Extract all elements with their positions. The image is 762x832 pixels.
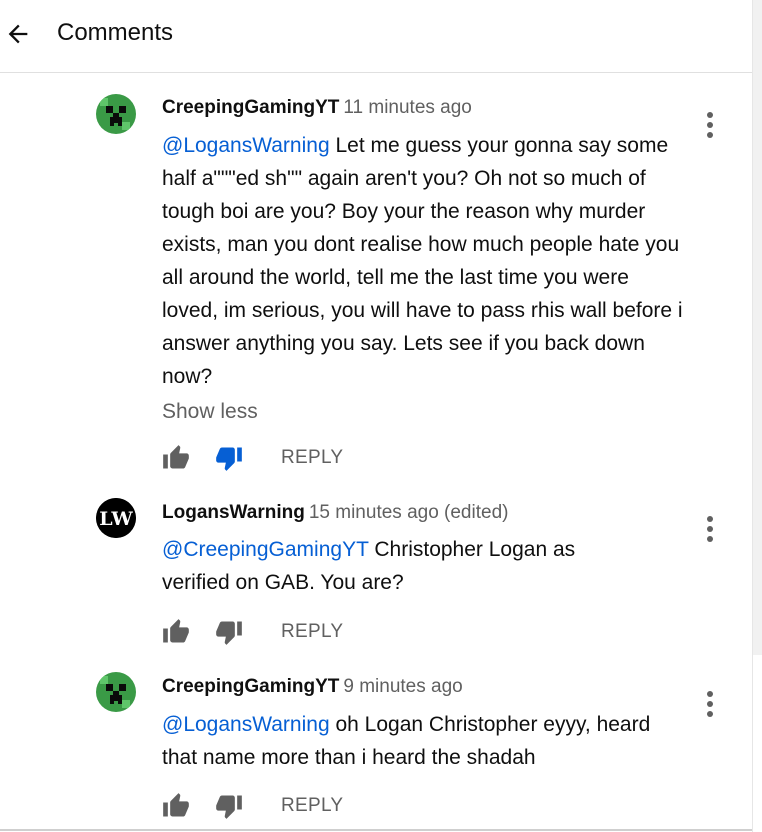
comment-meta: CreepingGamingYT 9 minutes ago <box>162 675 463 699</box>
comment-meta: CreepingGamingYT 11 minutes ago <box>162 96 472 120</box>
creeper-avatar-icon <box>96 94 136 134</box>
reply-button[interactable]: REPLY <box>281 447 343 469</box>
like-icon[interactable] <box>162 444 190 472</box>
bottom-divider <box>0 829 752 831</box>
dislike-icon-active[interactable] <box>215 444 243 472</box>
show-less-button[interactable]: Show less <box>162 399 258 425</box>
mention-link[interactable]: @LogansWarning <box>162 134 330 157</box>
more-options-icon[interactable] <box>700 516 720 550</box>
avatar-creeper[interactable] <box>96 672 136 712</box>
like-icon[interactable] <box>162 618 190 646</box>
comment-author[interactable]: CreepingGamingYT <box>162 676 339 697</box>
like-icon[interactable] <box>162 792 190 820</box>
comment-body: Let me guess your gonna say some half a"… <box>162 134 683 388</box>
dislike-icon[interactable] <box>215 618 243 646</box>
more-options-icon[interactable] <box>700 112 720 146</box>
comment-text: @LogansWarning Let me guess your gonna s… <box>162 129 687 393</box>
more-options-icon[interactable] <box>700 691 720 725</box>
comment-author[interactable]: CreepingGamingYT <box>162 97 339 118</box>
avatar-creeper[interactable] <box>96 94 136 134</box>
comment-time[interactable]: 9 minutes ago <box>343 676 462 697</box>
creeper-avatar-icon <box>96 672 136 712</box>
comment-meta: LogansWarning 15 minutes ago (edited) <box>162 501 508 525</box>
reply-button[interactable]: REPLY <box>281 621 343 643</box>
lw-logo-avatar: LW <box>96 498 136 538</box>
reply-button[interactable]: REPLY <box>281 795 343 817</box>
comment-text: @CreepingGamingYT Christopher Logan as v… <box>162 533 632 599</box>
header: Comments <box>0 0 752 73</box>
scrollbar-thumb[interactable] <box>753 0 762 655</box>
comment-text: @LogansWarning oh Logan Christopher eyyy… <box>162 708 652 774</box>
page-title: Comments <box>57 19 174 46</box>
avatar-lw[interactable]: LW <box>96 498 136 538</box>
comment-time[interactable]: 11 minutes ago <box>343 97 472 118</box>
back-arrow-icon[interactable] <box>4 20 32 48</box>
comment-time[interactable]: 15 minutes ago (edited) <box>309 502 509 523</box>
avatar-initials: LW <box>99 508 133 530</box>
comment-author[interactable]: LogansWarning <box>162 502 305 523</box>
dislike-icon[interactable] <box>215 792 243 820</box>
mention-link[interactable]: @CreepingGamingYT <box>162 538 369 561</box>
mention-link[interactable]: @LogansWarning <box>162 713 330 736</box>
